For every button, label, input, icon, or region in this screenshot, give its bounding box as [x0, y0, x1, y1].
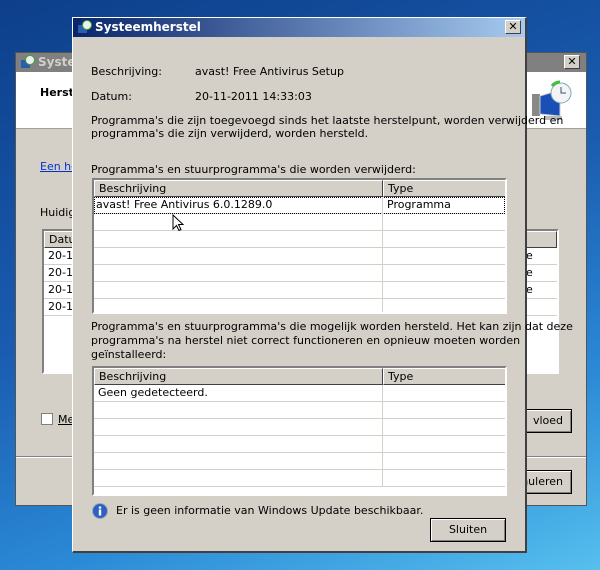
- column-header-type[interactable]: Type: [383, 368, 505, 385]
- intro-text-line2: programma's die zijn verwijderd, worden …: [91, 127, 369, 140]
- column-header-description[interactable]: Beschrijving: [94, 180, 383, 197]
- table-row: [94, 436, 505, 453]
- date-value: 20-11-2011 14:33:03: [195, 90, 312, 103]
- description-value: avast! Free Antivirus Setup: [195, 65, 344, 78]
- table-row: [94, 248, 505, 265]
- row-type: Programma: [387, 198, 451, 211]
- row-type: [383, 385, 505, 402]
- table-row: [94, 299, 505, 312]
- system-restore-icon: [21, 55, 35, 68]
- info-icon: [92, 503, 108, 519]
- dialog-title-bar: Systeemherstel: [73, 18, 525, 37]
- row-description: Geen gedetecteerd.: [94, 385, 383, 402]
- table-row: [94, 419, 505, 436]
- background-close-button[interactable]: ✕: [564, 55, 580, 69]
- table-row: [94, 282, 505, 299]
- restored-programs-table[interactable]: Beschrijving Type Geen gedetecteerd.: [92, 366, 507, 496]
- table-row: [94, 453, 505, 470]
- table-row: [94, 231, 505, 248]
- background-checkbox[interactable]: [41, 413, 53, 425]
- removed-programs-label: Programma's en stuurprogramma's die word…: [91, 163, 416, 176]
- column-header-description[interactable]: Beschrijving: [94, 368, 383, 385]
- intro-text-line1: Programma's die zijn toegevoegd sinds he…: [91, 114, 564, 127]
- close-button[interactable]: Sluiten: [430, 518, 506, 542]
- restored-text-line3: geïnstalleerd:: [91, 348, 167, 361]
- date-label: Datum:: [91, 90, 132, 103]
- table-row[interactable]: Geen gedetecteerd.: [94, 385, 505, 402]
- system-restore-icon: [78, 20, 92, 33]
- mouse-cursor-icon: [172, 214, 184, 232]
- row-description: avast! Free Antivirus 6.0.1289.0: [94, 197, 383, 214]
- table-row: [94, 470, 505, 487]
- column-header-type[interactable]: Type: [383, 180, 505, 197]
- table-row: [94, 214, 505, 231]
- removed-programs-table[interactable]: Beschrijving Type avast! Free Antivirus …: [92, 178, 507, 314]
- info-text: Er is geen informatie van Windows Update…: [116, 504, 424, 517]
- restored-text-line2: programma's na herstel niet correct func…: [91, 334, 521, 347]
- table-row: [94, 265, 505, 282]
- description-label: Beschrijving:: [91, 65, 162, 78]
- dialog-close-button[interactable]: ✕: [505, 20, 521, 34]
- table-row: [94, 402, 505, 419]
- table-row[interactable]: avast! Free Antivirus 6.0.1289.0 Programm…: [94, 197, 505, 214]
- dialog-title: Systeemherstel: [95, 20, 201, 34]
- restored-text-line1: Programma's en stuurprogramma's die moge…: [91, 320, 573, 333]
- restore-details-dialog: Systeemherstel ✕ Beschrijving: avast! Fr…: [72, 17, 573, 553]
